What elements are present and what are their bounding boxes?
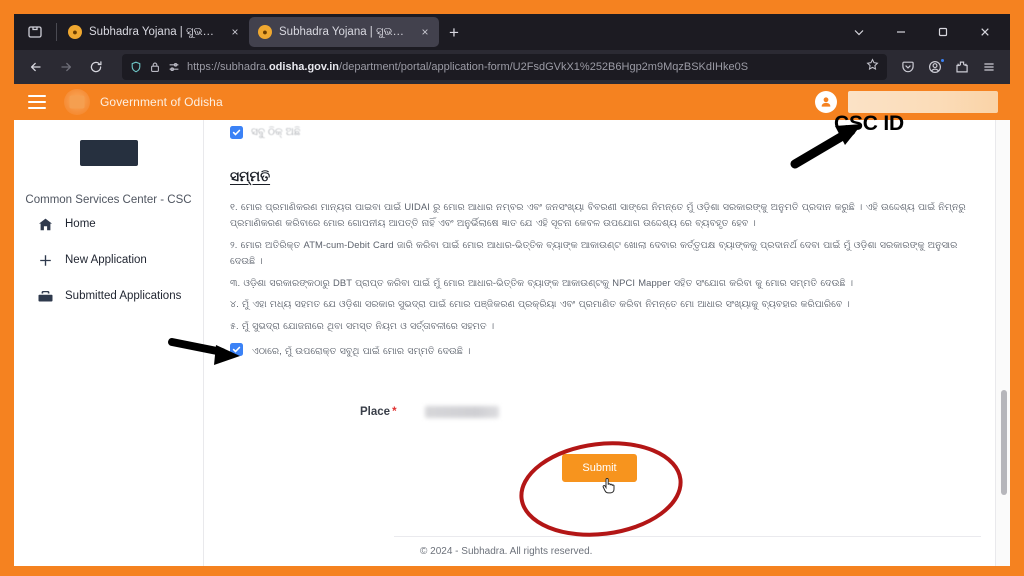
- consent-item: ୧. ମୋର ପ୍ରମାଣିକରଣ ମାନ୍ୟତା ପାଇବା ପାଇଁ UID…: [230, 201, 966, 229]
- account-notification-badge: [940, 58, 945, 63]
- briefcase-icon: [36, 287, 54, 305]
- tab-list-chevron-down-icon[interactable]: [838, 17, 880, 47]
- forward-arrow-icon[interactable]: [52, 54, 80, 80]
- consent-item: ୪. ମୁଁ ଏହା ମଧ୍ୟ ସହମତ ଯେ ଓଡ଼ିଶା ସରକାର ସୁଭ…: [230, 298, 850, 310]
- consent-item: ୨. ମୋର ଅତିରିକ୍ତ ATM-cum-Debit Card ଜାରି …: [230, 238, 958, 267]
- application-form-panel: ସବୁ ଠିକ୍ ଅଛି ସମ୍ମତି ୧. ମୋର ପ୍ରମାଣିକରଣ ମା…: [204, 120, 996, 566]
- browser-tab-strip: ● Subhadra Yojana | ସୁଭଦ୍ରା ଯୋଜନା × ● Su…: [14, 14, 1010, 50]
- tab-close-icon[interactable]: ×: [227, 24, 243, 40]
- consent-item: ୫. ମୁଁ ସୁଭଦ୍ରା ଯୋଜନାରେ ଥିବା ସମସ୍ତ ନିୟମ ଓ…: [230, 319, 495, 331]
- sidebar-item-submitted-applications[interactable]: Submitted Applications: [14, 278, 203, 314]
- partial-consent-text: ସବୁ ଠିକ୍ ଅଛି: [251, 125, 301, 138]
- page-scrollbar-thumb[interactable]: [1001, 390, 1007, 495]
- tab-close-icon[interactable]: ×: [417, 24, 433, 40]
- padlock-icon[interactable]: [149, 61, 161, 73]
- tab-title: Subhadra Yojana | ସୁଭଦ୍ରା ଯୋଜନା: [279, 25, 410, 38]
- sidebar-title: Common Services Center - CSC: [25, 194, 192, 206]
- user-account-icon[interactable]: [815, 91, 837, 113]
- odisha-government-emblem-icon: [64, 89, 90, 115]
- application-form-content: ସବୁ ଠିକ୍ ଅଛି ସମ୍ମତି ୧. ମୋର ପ୍ରମାଣିକରଣ ମା…: [204, 120, 995, 494]
- page-permissions-icon[interactable]: [168, 61, 180, 73]
- sidebar-logo-redacted: [79, 140, 138, 166]
- tab-favicon-icon: ●: [68, 25, 82, 39]
- sidebar-item-label: New Application: [65, 254, 147, 266]
- browser-tab-1[interactable]: ● Subhadra Yojana | ସୁଭଦ୍ରା ଯୋଜନା ×: [59, 17, 249, 47]
- submit-button-area: Submit: [230, 453, 969, 494]
- page-scrollbar[interactable]: [996, 120, 1010, 566]
- csc-id-value-redacted: [848, 91, 998, 113]
- tracking-protection-shield-icon[interactable]: [130, 61, 142, 73]
- required-marker: *: [392, 405, 397, 418]
- sidebar-item-new-application[interactable]: New Application: [14, 242, 203, 278]
- minimize-icon[interactable]: [880, 17, 922, 47]
- extensions-icon[interactable]: [949, 54, 975, 80]
- web-page-viewport: Common Services Center - CSC Home New Ap…: [14, 84, 1010, 566]
- firefox-view-button[interactable]: [16, 17, 54, 47]
- place-field-row: Place *: [230, 405, 969, 418]
- url-text: https://subhadra.odisha.gov.in/departmen…: [187, 61, 749, 73]
- close-icon[interactable]: [964, 17, 1006, 47]
- tab-favicon-icon: ●: [258, 25, 272, 39]
- consent-section-heading: ସମ୍ମତି: [230, 168, 271, 184]
- browser-tab-2-active[interactable]: ● Subhadra Yojana | ସୁଭଦ୍ରା ଯୋଜନା ×: [249, 17, 439, 47]
- sidebar-item-label: Submitted Applications: [65, 290, 182, 302]
- maximize-icon[interactable]: [922, 17, 964, 47]
- page-footer: © 2024 - Subhadra. All rights reserved.: [394, 536, 981, 566]
- submit-button[interactable]: Submit: [562, 453, 637, 482]
- mouse-cursor-pointer-icon: [602, 477, 615, 494]
- final-consent-row: ଏଠାରେ, ମୁଁ ଉପରୋକ୍ତ ସବୁଥି ପାଇଁ ମୋର ସମ୍ମତି…: [230, 343, 969, 359]
- home-icon: [36, 215, 54, 233]
- window-controls: [838, 17, 1006, 47]
- account-icon[interactable]: [922, 54, 948, 80]
- final-consent-checkbox[interactable]: [230, 343, 243, 357]
- bookmark-star-icon[interactable]: [866, 58, 879, 76]
- hamburger-menu-icon[interactable]: [28, 95, 46, 109]
- app-menu-icon[interactable]: [976, 54, 1002, 80]
- place-input-redacted[interactable]: [424, 405, 499, 418]
- site-header-title: Government of Odisha: [100, 95, 223, 109]
- back-arrow-icon[interactable]: [22, 54, 50, 80]
- pocket-icon[interactable]: [895, 54, 921, 80]
- new-tab-button[interactable]: +: [439, 19, 469, 47]
- plus-icon: [36, 251, 54, 269]
- reload-icon[interactable]: [82, 54, 110, 80]
- tab-strip-divider: [56, 23, 57, 41]
- consent-item: ୩. ଓଡ଼ିଶା ସରକାରଙ୍କଠାରୁ DBT ପ୍ରାପ୍ତ କରିବା…: [230, 276, 854, 288]
- checkbox-checked-partial[interactable]: [230, 125, 243, 139]
- browser-navigation-bar: https://subhadra.odisha.gov.in/departmen…: [14, 50, 1010, 84]
- site-sidebar: Common Services Center - CSC Home New Ap…: [14, 120, 204, 566]
- screenshot-frame: ● Subhadra Yojana | ସୁଭଦ୍ରା ଯୋଜନା × ● Su…: [0, 0, 1024, 576]
- place-label: Place *: [360, 405, 397, 418]
- consent-items-list: ୧. ମୋର ପ୍ରମାଣିକରଣ ମାନ୍ୟତା ପାଇବା ପାଇଁ UID…: [230, 199, 969, 334]
- browser-toolbar-right: [895, 54, 1002, 80]
- sidebar-item-home[interactable]: Home: [14, 206, 203, 242]
- final-consent-text: ଏଠାରେ, ମୁଁ ଉପରୋକ୍ତ ସବୁଥି ପାଇଁ ମୋର ସମ୍ମତି…: [252, 345, 471, 357]
- tab-title: Subhadra Yojana | ସୁଭଦ୍ରା ଯୋଜନା: [89, 25, 220, 38]
- browser-window: ● Subhadra Yojana | ସୁଭଦ୍ରା ଯୋଜନା × ● Su…: [14, 14, 1010, 566]
- sidebar-item-label: Home: [65, 218, 96, 230]
- url-address-bar[interactable]: https://subhadra.odisha.gov.in/departmen…: [122, 54, 887, 80]
- csc-id-annotation-label: CSC ID: [834, 112, 904, 135]
